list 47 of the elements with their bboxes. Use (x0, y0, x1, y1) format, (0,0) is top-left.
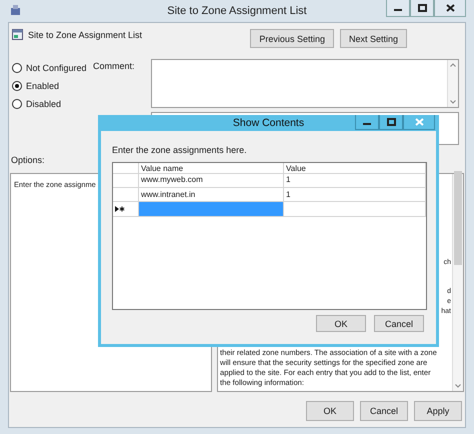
policy-icon (12, 29, 23, 40)
row-header-cell (113, 173, 139, 188)
minimize-button[interactable] (355, 115, 379, 130)
cancel-button[interactable]: Cancel (374, 315, 424, 332)
maximize-icon (386, 118, 396, 126)
app-icon (10, 5, 21, 16)
column-header[interactable]: Value name (139, 163, 284, 174)
scroll-down-icon[interactable] (450, 100, 456, 104)
table-cell[interactable]: 1 (284, 188, 426, 202)
close-icon (446, 4, 454, 12)
next-setting-button[interactable]: Next Setting (340, 29, 407, 48)
close-icon (414, 118, 424, 126)
maximize-button[interactable] (379, 115, 403, 130)
setting-title: Site to Zone Assignment List (28, 30, 142, 40)
dialog-title: Show Contents (232, 117, 304, 129)
options-label: Options: (11, 155, 45, 167)
table-cell[interactable] (284, 202, 426, 216)
dialog-instruction: Enter the zone assignments here. (112, 145, 248, 155)
new-row-icon (115, 206, 125, 212)
radio-button[interactable] (12, 81, 22, 91)
scroll-up-icon[interactable] (450, 63, 456, 67)
maximize-button[interactable] (410, 0, 434, 17)
column-header[interactable]: Value (284, 163, 426, 174)
apply-button[interactable]: Apply (414, 401, 462, 421)
radio-label: Disabled (26, 99, 62, 109)
previous-setting-button[interactable]: Previous Setting (250, 29, 334, 48)
maximize-icon (418, 4, 426, 12)
radio-label: Not Configured (26, 63, 87, 73)
radio-button[interactable] (12, 63, 22, 73)
table-cell[interactable]: www.myweb.com (139, 173, 284, 188)
close-button[interactable] (434, 0, 466, 17)
ok-button[interactable]: OK (316, 315, 366, 332)
ok-button[interactable]: OK (306, 401, 354, 421)
cancel-button[interactable]: Cancel (360, 401, 408, 421)
comment-field[interactable] (151, 59, 459, 108)
comment-label: Comment: (93, 60, 136, 73)
radio-label: Enabled (26, 81, 60, 91)
minimize-button[interactable] (386, 0, 410, 17)
window-title: Site to Zone Assignment List (167, 5, 307, 17)
new-row-cell[interactable] (139, 202, 284, 216)
radio-button[interactable] (12, 99, 22, 109)
scroll-down-icon[interactable] (455, 384, 461, 388)
scrollbar[interactable] (452, 174, 463, 391)
values-grid[interactable]: Value name Value www.myweb.com 1 www.intranet.in 1 (112, 162, 427, 310)
table-cell[interactable]: 1 (284, 173, 426, 188)
row-header-cell (113, 163, 139, 174)
row-header-cell (113, 188, 139, 202)
